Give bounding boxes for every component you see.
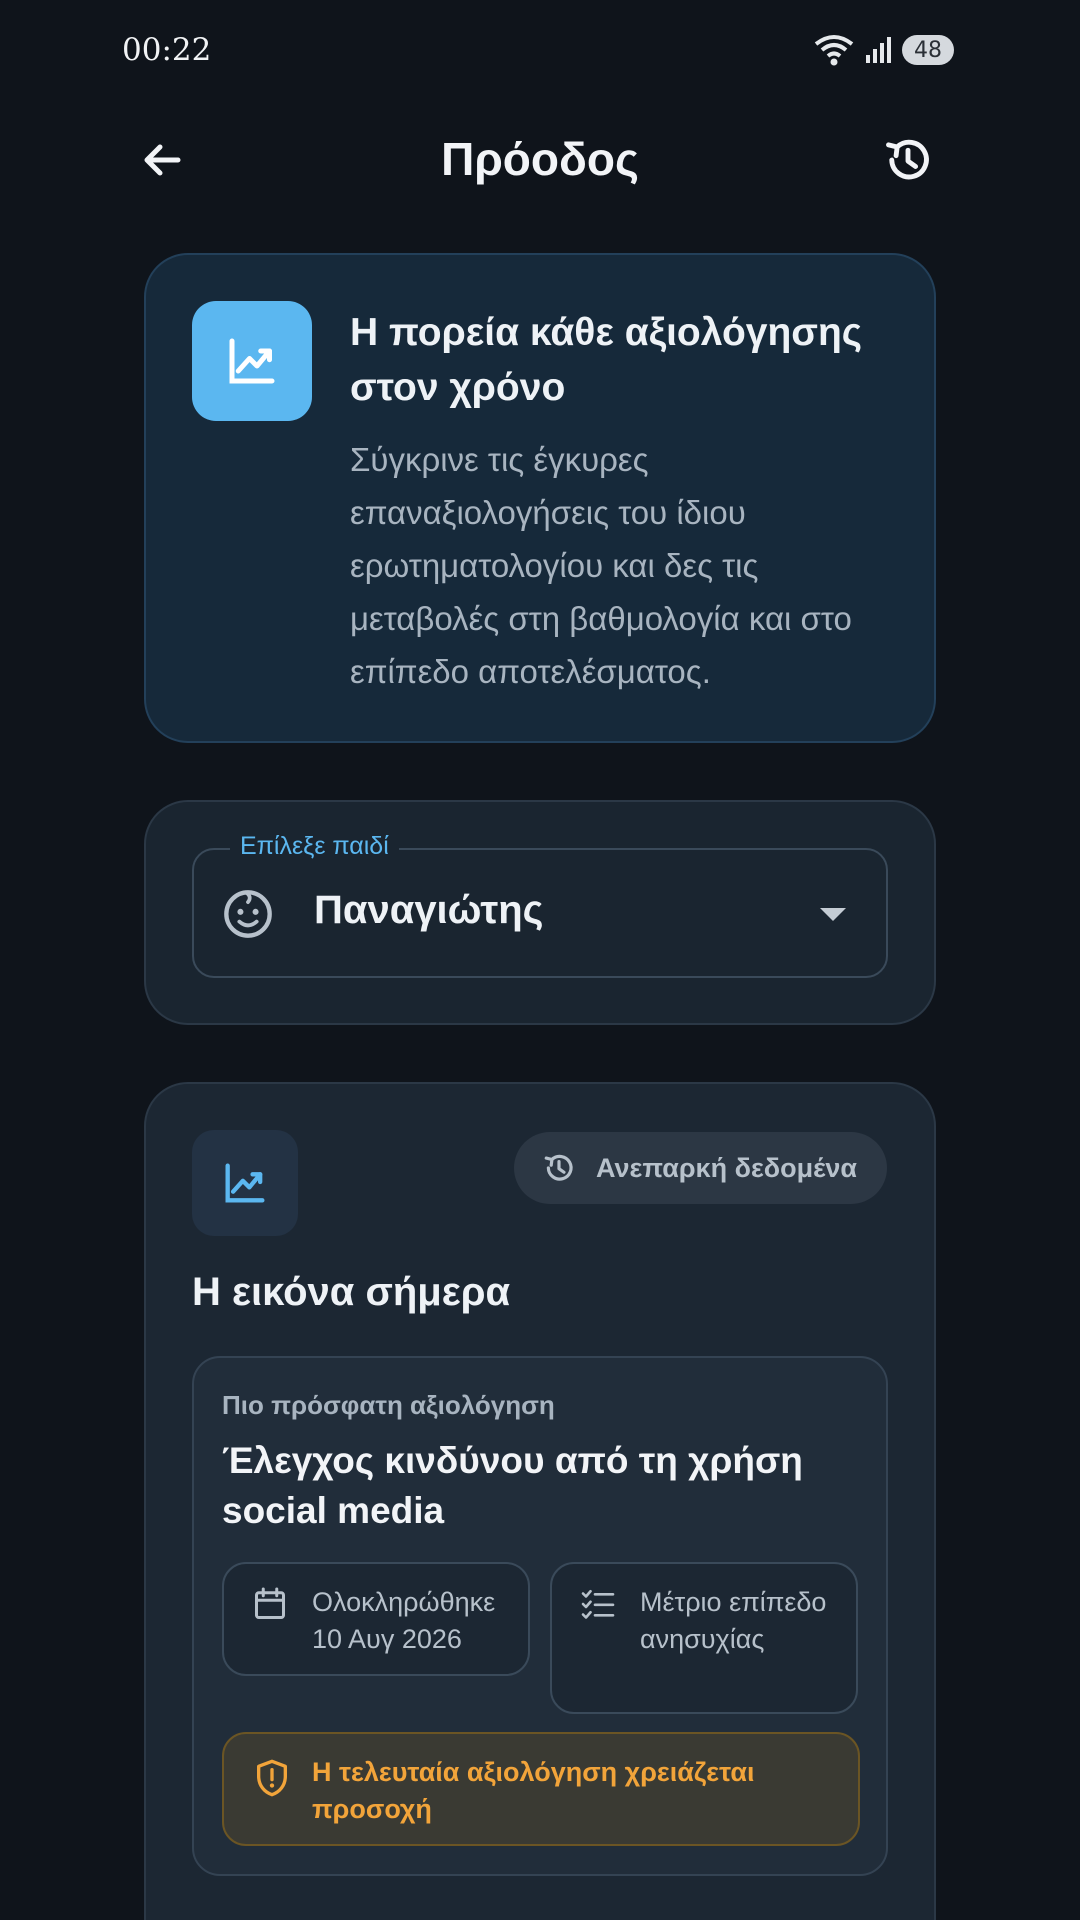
child-face-icon — [224, 890, 272, 938]
child-select-card: Επίλεξε παιδί Παναγιώτης — [144, 800, 936, 1025]
status-time: 00:22 — [122, 32, 212, 68]
history-button[interactable] — [876, 128, 940, 192]
status-icons: 48 — [812, 32, 954, 68]
trending-chart-icon — [192, 301, 312, 421]
insufficient-data-chip: Ανεπαρκή δεδομένα — [514, 1132, 887, 1204]
wifi-icon — [814, 35, 854, 66]
calendar-icon — [255, 1587, 285, 1619]
shield-alert-icon — [257, 1759, 287, 1797]
trending-chart-icon — [192, 1130, 298, 1236]
attention-alert-text: Η τελευταία αξιολόγηση χρειάζεται προσοχ… — [312, 1757, 755, 1824]
today-card: Ανεπαρκή δεδομένα Η εικόνα σήμερα Πιο πρ… — [144, 1082, 936, 1920]
completed-date-text: Ολοκληρώθηκε 10 Αυγ 2026 — [312, 1587, 496, 1654]
chip-label: Ανεπαρκή δεδομένα — [596, 1152, 857, 1183]
signal-icon — [866, 37, 891, 63]
attention-alert: Η τελευταία αξιολόγηση χρειάζεται προσοχ… — [222, 1732, 860, 1846]
intro-title: Η πορεία κάθε αξιολόγησης στον χρόνο — [350, 311, 863, 409]
child-select-label: Επίλεξε παιδί — [230, 832, 399, 861]
history-icon — [544, 1154, 573, 1181]
latest-assessment-card[interactable]: Πιο πρόσφατη αξιολόγηση Έλεγχος κινδύνου… — [192, 1356, 888, 1876]
dropdown-caret-icon — [820, 908, 846, 921]
status-bar: 00:22 48 — [0, 0, 1080, 100]
intro-description: Σύγκρινε τις έγκυρες επαναξιολογήσεις το… — [350, 441, 852, 690]
concern-level-box: Μέτριο επίπεδο ανησυχίας — [550, 1562, 858, 1714]
today-title: Η εικόνα σήμερα — [192, 1270, 511, 1314]
history-icon — [886, 139, 929, 180]
intro-card: Η πορεία κάθε αξιολόγησης στον χρόνο Σύγ… — [144, 253, 936, 743]
latest-assessment-title: Έλεγχος κινδύνου από τη χρήση social med… — [222, 1440, 803, 1531]
child-select-dropdown[interactable]: Επίλεξε παιδί Παναγιώτης — [192, 832, 888, 978]
concern-level-text: Μέτριο επίπεδο ανησυχίας — [640, 1587, 827, 1654]
checklist-icon — [581, 1589, 615, 1619]
battery-indicator: 48 — [902, 35, 954, 65]
app-bar: Πρόοδος — [0, 110, 1080, 210]
latest-assessment-overline: Πιο πρόσφατη αξιολόγηση — [222, 1390, 555, 1420]
completed-date-box: Ολοκληρώθηκε 10 Αυγ 2026 — [222, 1562, 530, 1676]
progress-screen: 00:22 48 Πρόοδος Η πορεία κάθε αξιολόγησ… — [0, 0, 1080, 1920]
child-select-value: Παναγιώτης — [314, 888, 544, 932]
